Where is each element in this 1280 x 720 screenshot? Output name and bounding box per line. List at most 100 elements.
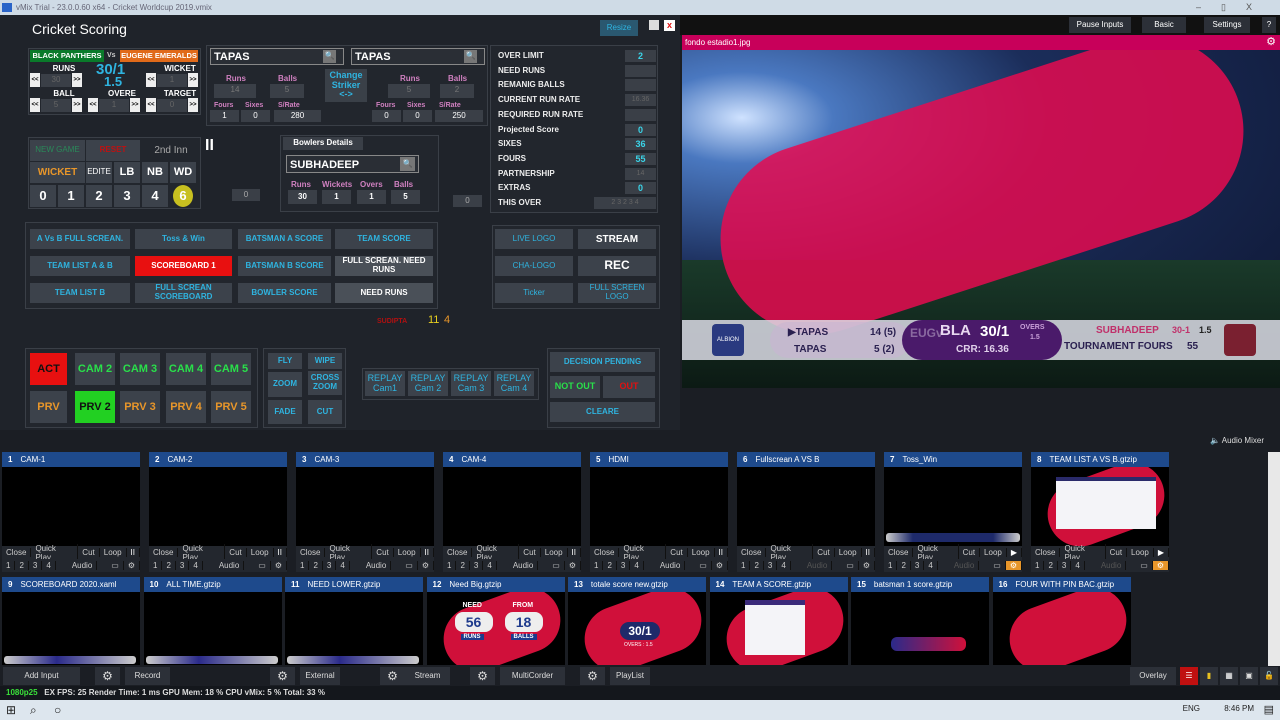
camera-button-cam-4[interactable]: CAM 4 [166,353,206,385]
run-6-button[interactable]: 6 [173,185,193,207]
input-tile-header[interactable]: 9 SCOREBOARD 2020.xaml [2,577,140,592]
stream-button[interactable]: Stream [405,667,450,685]
batsman1-search-icon[interactable]: 🔍 [323,50,336,63]
graphic-button[interactable]: FULL SCREAN SCOREBOARD [135,283,232,303]
snapshot-icon[interactable]: ▣ [1240,667,1258,685]
input-tile[interactable]: 4 CAM-4 Close Quick Play Cut Loop II 1 2 3 4 Audio ▭… [443,452,581,572]
gear-icon[interactable]: ⚙ [565,561,581,570]
input-tile-header[interactable]: 3 CAM-3 [296,452,434,467]
clock[interactable]: 8:46 PM [1224,704,1254,713]
loop-button[interactable]: Loop [688,548,715,557]
camera-button-prv-3[interactable]: PRV 3 [120,391,160,423]
decrement-ball-button[interactable]: << [30,98,40,112]
replay-button[interactable]: REPLAY Cam 4 [494,371,534,396]
graphic-button[interactable]: Toss & Win [135,229,232,249]
loop-button[interactable]: Loop [247,548,274,557]
audio-button[interactable]: Audio [362,561,392,570]
overlay-2-button[interactable]: 2 [1044,561,1058,570]
batsman2-search-icon[interactable]: 🔍 [464,50,477,63]
logo-button[interactable]: STREAM [578,229,656,249]
input-preview[interactable] [443,467,581,546]
inputs-scrollbar[interactable] [1268,452,1280,666]
input-preview[interactable]: NEED 56 RUNS FROM 18 BALLS [426,592,565,665]
run-1-button[interactable]: 1 [58,185,84,207]
pause-icon[interactable]: II [862,548,875,557]
close-button[interactable]: Close [884,548,914,557]
logo-button[interactable]: REC [578,256,656,276]
overlay-4-button[interactable]: 4 [336,561,350,570]
monitor-icon[interactable]: ▭ [842,561,859,570]
input-tile[interactable]: 6 Fullscrean A VS B Close Quick Play Cut Loop… [737,452,875,572]
loop-button[interactable]: Loop [541,548,568,557]
overlay-3-button[interactable]: 3 [176,561,190,570]
input-preview[interactable] [737,467,875,546]
transition-button-cross-zoom[interactable]: CROSS ZOOM [308,371,342,395]
audio-button[interactable]: Audio [803,561,833,570]
input-preview[interactable]: 30/1 OVERS : 1.5 [568,592,706,665]
pause-icon[interactable]: II [568,548,581,557]
overlay-4-button[interactable]: 4 [42,561,56,570]
camera-button-prv-4[interactable]: PRV 4 [166,391,206,423]
input-tile[interactable]: 13 totale score new.gtzip 30/1 OVERS : 1.5 [568,577,706,665]
audio-button[interactable]: Audio [509,561,539,570]
gear-icon[interactable]: ⚙ [418,561,434,570]
second-innings-button[interactable]: 2nd Inn [142,140,200,161]
run-4-button[interactable]: 4 [142,185,168,207]
input-preview[interactable] [709,592,848,665]
clear-button[interactable]: CLEARE [550,402,655,422]
audio-button[interactable]: Audio [215,561,245,570]
top-button-basic[interactable]: Basic [1142,17,1186,33]
close-button[interactable]: x [664,20,675,31]
loop-button[interactable]: Loop [835,548,862,557]
input-tile-header[interactable]: 4 CAM-4 [443,452,581,467]
close-button[interactable]: Close [149,548,179,557]
input-tile[interactable]: 2 CAM-2 Close Quick Play Cut Loop II 1 2 3 4 Audio ▭… [149,452,287,572]
graphic-button[interactable]: TEAM SCORE [335,229,433,249]
gear-icon[interactable]: ⚙ [470,667,495,685]
gear-icon[interactable]: ⚙ [380,667,405,685]
decision-pending-button[interactable]: DECISION PENDING [550,352,655,372]
input-tile[interactable]: 5 HDMI Close Quick Play Cut Loop II 1 2 3 4 Audio ▭ ⚙ [590,452,728,572]
decrement-wicket-button[interactable]: << [146,73,156,87]
loop-button[interactable]: Loop [980,548,1007,557]
logo-button[interactable]: LIVE LOGO [495,229,573,249]
input-tile[interactable]: 9 SCOREBOARD 2020.xaml [2,577,140,665]
camera-button-cam-2[interactable]: CAM 2 [75,353,115,385]
increment-wicket-button[interactable]: >> [188,73,198,87]
wd-button[interactable]: WD [170,162,196,183]
audio-button[interactable]: Audio [1097,561,1127,570]
input-tile-header[interactable]: 12 Need Big.gtzip [426,577,565,592]
add-input-button[interactable]: Add Input [3,667,80,685]
input-preview[interactable] [143,592,282,665]
input-preview[interactable] [2,592,140,665]
input-preview[interactable] [851,592,989,665]
overlay-4-button[interactable]: 4 [483,561,497,570]
reset-button[interactable]: RESET [86,140,140,161]
gear-icon[interactable]: ⚙ [95,667,120,685]
pause-icon[interactable]: II [715,548,728,557]
overlay-1-button[interactable]: 1 [737,561,751,570]
overlay-button[interactable]: Overlay [1130,667,1176,685]
input-tile[interactable]: 3 CAM-3 Close Quick Play Cut Loop II 1 2 3 4 Audio ▭… [296,452,434,572]
multicorder-button[interactable]: MultiCorder [500,667,565,685]
overlay-4-button[interactable]: 4 [189,561,203,570]
overlay-4-button[interactable]: 4 [630,561,644,570]
graphic-button[interactable]: BATSMAN B SCORE [238,256,331,276]
audio-button[interactable]: Audio [656,561,686,570]
cortana-icon[interactable]: ○ [54,703,61,717]
replay-button[interactable]: REPLAY Cam 3 [451,371,491,396]
overlay-2-button[interactable]: 2 [897,561,911,570]
edite-button[interactable]: EDITE [86,162,112,183]
overlay-3-button[interactable]: 3 [29,561,43,570]
cut-button[interactable]: Cut [666,548,688,557]
run-3-button[interactable]: 3 [114,185,140,207]
input-tile[interactable]: 15 batsman 1 score.gtzip [851,577,989,665]
replay-button[interactable]: REPLAY Cam 2 [408,371,448,396]
lock-icon[interactable]: 🔓 [1260,667,1278,685]
list-view-icon[interactable]: ☰ [1180,667,1198,685]
graphic-button[interactable]: TEAM LIST A & B [30,256,130,276]
nb-button[interactable]: NB [142,162,168,183]
input-tile-header[interactable]: 15 batsman 1 score.gtzip [851,577,989,592]
gear-icon[interactable]: ⚙ [580,667,605,685]
record-button[interactable]: Record [125,667,170,685]
